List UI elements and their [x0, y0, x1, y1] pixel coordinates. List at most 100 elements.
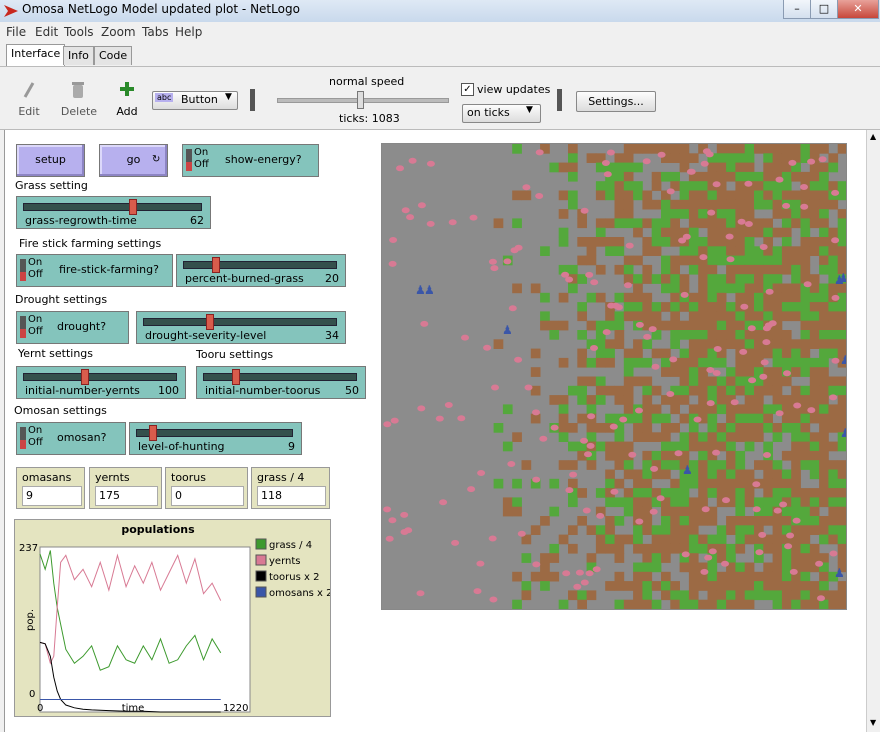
- world-patch: [605, 543, 615, 554]
- scroll-up-icon[interactable]: ▲: [870, 132, 876, 141]
- menu-help[interactable]: Help: [175, 25, 202, 39]
- world-patch: [595, 292, 606, 303]
- fire-stick-farming-switch[interactable]: On Off fire-stick-farming?: [16, 254, 173, 287]
- tab-interface[interactable]: Interface: [6, 44, 66, 67]
- world-patch: [735, 506, 746, 517]
- world-patch: [633, 413, 643, 424]
- note-yernt: Yernt settings: [18, 347, 94, 360]
- initial-toorus-slider[interactable]: initial-number-toorus 50: [196, 366, 366, 399]
- menu-edit[interactable]: Edit: [35, 25, 58, 39]
- maximize-button[interactable]: □: [810, 0, 838, 19]
- yernt-agent: [762, 339, 771, 346]
- world-patch: [837, 488, 848, 498]
- world-patch: [828, 534, 839, 545]
- world-patch: [791, 385, 801, 396]
- world-patch: [819, 292, 829, 303]
- grass-regrowth-slider[interactable]: grass-regrowth-time 62: [16, 196, 211, 229]
- world-patch: [744, 488, 755, 498]
- menu-file[interactable]: File: [6, 25, 26, 39]
- percent-burned-grass-slider[interactable]: percent-burned-grass 20: [176, 254, 346, 287]
- update-mode-value: on ticks: [467, 106, 510, 119]
- minimize-button[interactable]: –: [783, 0, 811, 19]
- world-patch: [661, 302, 671, 312]
- tab-info[interactable]: Info: [63, 46, 94, 65]
- world-patch: [763, 330, 773, 340]
- world-patch: [791, 199, 801, 210]
- world-patch: [623, 497, 634, 508]
- world-patch: [772, 348, 783, 359]
- slider-knob[interactable]: [206, 314, 215, 330]
- world-patch: [568, 497, 578, 508]
- switch-knob: [20, 272, 26, 281]
- world-patch: [809, 543, 820, 554]
- yernt-agent: [722, 497, 730, 504]
- vertical-scrollbar[interactable]: ▲ ▼: [866, 130, 880, 732]
- world-patch: [595, 357, 606, 368]
- settings-button[interactable]: Settings...: [576, 91, 656, 112]
- world-patch: [688, 209, 699, 219]
- world-patch: [716, 441, 727, 452]
- delete-button[interactable]: Delete: [57, 105, 101, 118]
- view-updates-checkbox[interactable]: ✓: [461, 83, 474, 96]
- world-patch: [800, 543, 811, 554]
- slider-knob[interactable]: [232, 369, 241, 385]
- world-patch: [781, 246, 792, 256]
- world-patch: [828, 227, 839, 238]
- world-patch: [707, 562, 718, 573]
- slider-knob[interactable]: [149, 425, 158, 441]
- go-label: go: [126, 153, 141, 166]
- world-patch: [837, 516, 848, 526]
- slider-knob[interactable]: [81, 369, 90, 385]
- slider-knob[interactable]: [129, 199, 138, 215]
- show-energy-switch[interactable]: On Off show-energy?: [182, 144, 319, 177]
- drought-switch[interactable]: On Off drought?: [16, 311, 129, 344]
- world-patch: [688, 320, 699, 331]
- world-patch: [754, 218, 764, 229]
- speed-slider-handle[interactable]: [357, 91, 364, 109]
- omosan-switch[interactable]: On Off omosan?: [16, 422, 126, 455]
- world-patch: [819, 423, 829, 433]
- world-patch: [800, 330, 811, 340]
- scroll-down-icon[interactable]: ▼: [870, 718, 876, 727]
- world-patch: [800, 525, 811, 535]
- menu-tabs[interactable]: Tabs: [142, 25, 169, 39]
- world-patch: [735, 283, 746, 294]
- world-patch: [744, 441, 755, 452]
- menu-tools[interactable]: Tools: [64, 25, 94, 39]
- setup-button[interactable]: setup: [16, 144, 85, 177]
- world-patch: [809, 413, 820, 424]
- monitor-value: 9: [22, 486, 82, 506]
- yernt-agent: [451, 539, 460, 546]
- world-patch: [642, 562, 653, 573]
- level-of-hunting-slider[interactable]: level-of-hunting 9: [129, 422, 302, 455]
- world-patch: [577, 413, 587, 424]
- edit-button[interactable]: Edit: [7, 105, 51, 118]
- add-button[interactable]: Add: [105, 105, 149, 118]
- world-patch: [772, 543, 783, 554]
- yernt-agent: [680, 291, 689, 298]
- close-button[interactable]: ✕: [837, 0, 879, 19]
- world-canvas[interactable]: ♟♟♟♟♟♟♟♟♟: [382, 144, 851, 610]
- yernt-agent: [490, 265, 499, 272]
- world-patch: [772, 330, 783, 340]
- yernt-agent: [706, 400, 715, 407]
- world-patch: [679, 525, 690, 535]
- tab-code[interactable]: Code: [94, 46, 133, 65]
- drought-severity-slider[interactable]: drought-severity-level 34: [136, 311, 346, 344]
- world-view[interactable]: ♟ ♟ ♟ ♟ ♟ ♟ ♟ ♟ ♟: [381, 143, 851, 610]
- go-button[interactable]: go ↻: [99, 144, 168, 177]
- yernt-agent: [635, 518, 644, 525]
- world-patch: [642, 469, 653, 480]
- world-patch: [512, 478, 522, 489]
- omosan-agent-icon: ♟: [424, 283, 435, 297]
- update-mode-dropdown[interactable]: on ticks ▼: [462, 104, 541, 123]
- initial-yernts-slider[interactable]: initial-number-yernts 100: [16, 366, 186, 399]
- world-patch: [726, 274, 736, 284]
- yernt-agent: [700, 160, 709, 167]
- slider-knob[interactable]: [212, 257, 221, 273]
- yernt-agent: [752, 481, 761, 488]
- menu-zoom[interactable]: Zoom: [101, 25, 136, 39]
- widget-type-dropdown[interactable]: abc Button ▼: [152, 91, 238, 110]
- world-patch: [744, 395, 755, 405]
- yernt-agent: [789, 568, 798, 575]
